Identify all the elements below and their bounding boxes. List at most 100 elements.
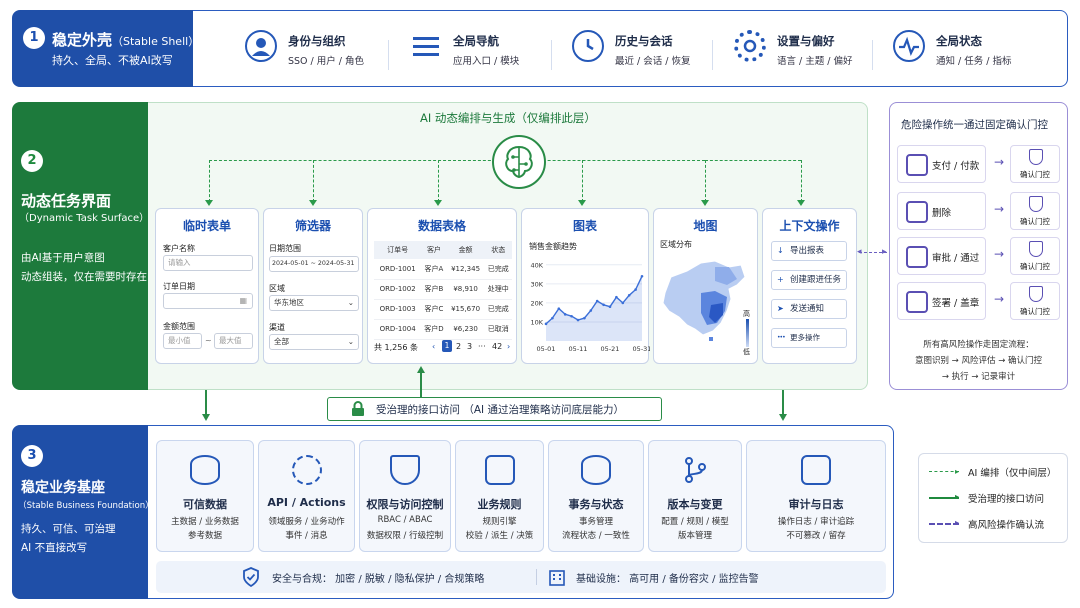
divider [536,569,537,585]
card-title: 图表 [572,219,597,233]
page-button-active[interactable]: 1 [442,340,452,352]
send-notice-button[interactable]: ➤ 发送通知 [771,299,847,319]
op-sign[interactable]: 签署 / 盖章 [897,282,986,320]
data-point [576,318,580,322]
confirm-gate[interactable]: 确认门控 [1010,237,1060,275]
sales-trend-chart: 10K 20K 30K 40K 05-01 05-11 05-21 05-31 [530,261,650,353]
calendar-icon: ▦ [239,296,247,305]
table-row[interactable]: ORD-1001 客户A ¥12,345 已完成 [374,259,512,280]
cell: 客户D [421,319,447,340]
more-icon: ••• [777,334,786,341]
ai-connector [438,160,439,202]
data-point [563,313,567,316]
nav-sub: SSO / 用户 / 角色 [288,56,365,67]
data-point [608,305,612,309]
arrow-right-icon: → [994,202,1005,216]
field-label: 订单日期 [163,282,195,291]
region-select[interactable]: 华东地区 ⌄ [269,295,359,311]
legend-label: AI 编排（仅中间层） [968,468,1057,479]
foundation-card-access[interactable]: 权限与访问控制 RBAC / ABAC 数据权限 / 行级控制 [359,440,451,552]
card-sub: 事务管理 [578,517,613,527]
card-title: 筛选器 [294,219,331,233]
card-title: 可信数据 [183,498,227,511]
risk-flow-steps: → 执行 → 记录审计 [941,372,1016,382]
data-point [570,314,573,318]
page-button[interactable]: 42 [492,342,502,351]
arrow-right-icon: ▸ [955,467,960,476]
arrow-right-icon: ▸ [955,492,960,501]
card-sub: 版本管理 [677,531,712,541]
page-button[interactable]: 2 [456,342,461,351]
op-delete[interactable]: 删除 [897,192,986,230]
x-tick-label: 05-11 [569,345,588,353]
layer-number-badge: 2 [21,150,43,172]
x-tick-label: 05-21 [601,345,620,353]
arrow-left-icon: ◂ [857,247,862,257]
divider [551,40,552,70]
context-actions-card: 上下文操作 ↓ 导出报表 + 创建跟进任务 ➤ 发送通知 ••• 更多操作 [762,208,857,364]
arrow-down-icon [434,200,442,206]
y-tick-label: 10K [530,318,543,326]
customer-name-input[interactable]: 请输入 [163,255,253,271]
layer-number-badge: 1 [23,27,45,49]
business-foundation-header: 3 稳定业务基座 （Stable Business Foundation） 持久… [12,425,154,599]
card-title: 权限与访问控制 [366,498,444,511]
user-icon [245,30,277,62]
data-point [589,309,593,312]
ai-orchestration-title: AI 动态编排与生成（仅编排此层） [420,111,596,125]
max-amount-input[interactable]: 最大值 [214,333,253,349]
confirm-gate[interactable]: 确认门控 [1010,282,1060,320]
table-row[interactable]: ORD-1003 客户C ¥15,670 已完成 [374,299,512,320]
foundation-card-transaction[interactable]: 事务与状态 事务管理 流程状态 / 一致性 [548,440,644,552]
lock-icon [352,401,364,416]
arrow-down-icon [779,414,787,421]
db-check-icon [581,455,611,485]
clock-icon [572,30,604,62]
channel-select[interactable]: 全部 ⌄ [269,334,359,350]
table-total: 共 1,256 条 [374,343,418,352]
card-sub: 数据权限 / 行级控制 [366,531,444,541]
confirm-gate[interactable]: 确认门控 [1010,192,1060,230]
card-title: 事务与状态 [568,498,624,511]
arrow-right-icon: → [994,247,1005,261]
arrow-down-icon [205,200,213,206]
export-report-button[interactable]: ↓ 导出报表 [771,241,847,261]
cell: 已取消 [484,319,512,340]
confirm-gate[interactable]: 确认门控 [1010,145,1060,183]
arrow-up-icon [417,366,425,373]
card-sub: 事件 / 消息 [285,531,328,541]
order-date-input[interactable]: ▦ [163,293,253,309]
table-row[interactable]: ORD-1002 客户B ¥8,910 处理中 [374,279,512,300]
data-point [627,293,631,297]
min-amount-input[interactable]: 最小值 [163,333,202,349]
date-range-input[interactable]: 2024-05-01 ~ 2024-05-31 [269,256,359,272]
foundation-card-version[interactable]: 版本与变更 配置 / 规则 / 模型 版本管理 [648,440,742,552]
next-page-button[interactable]: › [507,342,510,351]
clipboard-icon [801,455,831,485]
layer-title: 动态任务界面 [21,192,112,210]
layer-number-badge: 3 [21,445,43,467]
op-approve[interactable]: 审批 / 通过 [897,237,986,275]
chevron-down-icon: ⌄ [347,298,354,307]
foundation-card-api[interactable]: API / Actions 领域服务 / 业务动作 事件 / 消息 [258,440,355,552]
shield-user-icon [390,455,420,485]
page-button[interactable]: 3 [467,342,472,351]
table-row[interactable]: ORD-1004 客户D ¥6,230 已取消 [374,319,512,340]
op-payment[interactable]: 支付 / 付款 [897,145,986,183]
layer-desc: 动态组装，仅在需要时存在 [21,271,147,283]
gate-label: 确认门控 [1020,307,1050,316]
foundation-card-rules[interactable]: 业务规则 规则引擎 校验 / 派生 / 决策 [455,440,544,552]
card-sub: 不可篡改 / 留存 [786,531,846,541]
arrow-down-icon [202,414,210,421]
data-point [551,316,554,320]
foundation-card-audit[interactable]: 审计与日志 操作日志 / 审计追踪 不可篡改 / 留存 [746,440,886,552]
prev-page-button[interactable]: ‹ [432,342,435,351]
more-actions-button[interactable]: ••• 更多操作 [771,328,847,348]
foundation-card-data[interactable]: 可信数据 主数据 / 业务数据 参考数据 [156,440,254,552]
risk-panel-title: 危险操作统一通过固定确认门控 [901,119,1048,131]
op-label: 支付 / 付款 [932,161,980,172]
nav-title: 历史与会话 [615,34,673,48]
create-task-button[interactable]: + 创建跟进任务 [771,270,847,290]
cell: 处理中 [484,279,512,300]
ai-connector [582,160,583,202]
